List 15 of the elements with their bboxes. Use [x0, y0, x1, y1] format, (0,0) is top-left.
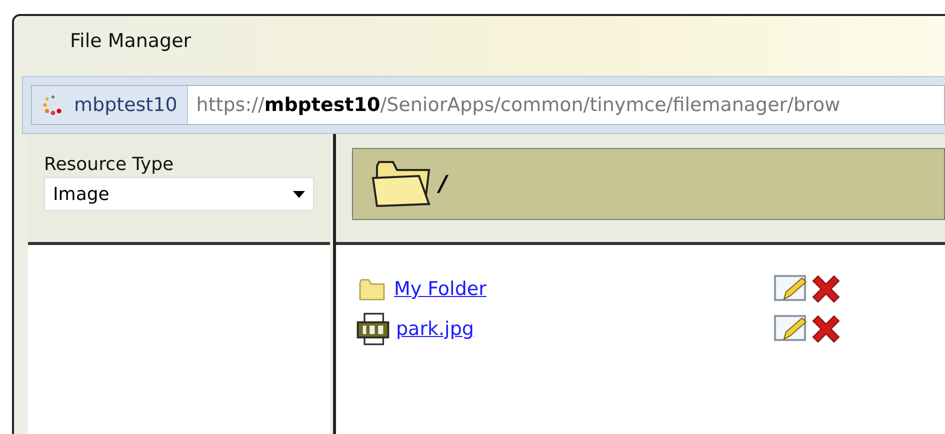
url-text: https://mbptest10/SeniorApps/common/tinymce/filemanager/brow — [195, 94, 840, 116]
file-link[interactable]: park.jpg — [396, 318, 474, 340]
field-label: Resource Type — [44, 154, 175, 175]
delete-icon[interactable] — [810, 273, 842, 305]
rename-icon[interactable] — [774, 313, 808, 343]
window-title: File Manager — [69, 29, 192, 54]
loading-spinner-icon — [42, 94, 64, 116]
current-path: / — [439, 172, 448, 196]
delete-icon[interactable] — [810, 313, 842, 345]
rename-icon[interactable] — [774, 273, 808, 303]
address-bar[interactable]: mbptest10 https://mbptest10/SeniorApps/common/tinymce/filemanager/brow — [31, 85, 945, 125]
file-link[interactable]: My Folder — [394, 278, 486, 300]
resource-type-dropdown[interactable]: Image — [44, 177, 314, 211]
caret-icon — [293, 190, 305, 198]
site-badge: mbptest10 — [32, 86, 188, 124]
